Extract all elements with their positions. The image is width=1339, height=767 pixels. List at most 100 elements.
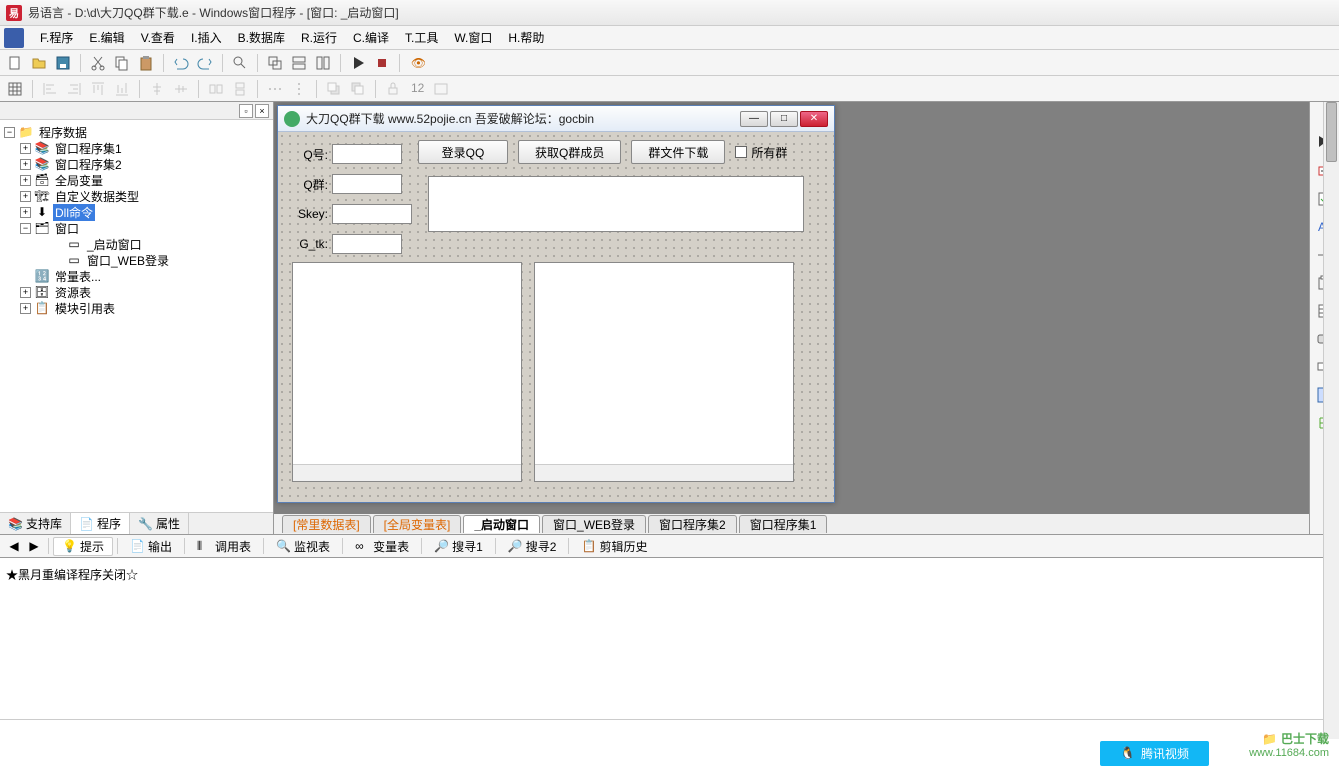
btab-output[interactable]: 📄输出: [122, 538, 180, 555]
distribute-h-button[interactable]: [264, 78, 286, 100]
align-left-button[interactable]: [39, 78, 61, 100]
run-button[interactable]: [347, 52, 369, 74]
nav-next-button[interactable]: ▶: [24, 536, 44, 556]
btab-watch[interactable]: 🔍监视表: [268, 538, 338, 555]
paste-button[interactable]: [135, 52, 157, 74]
tab-order-button[interactable]: 123: [406, 78, 428, 100]
align-top-button[interactable]: [87, 78, 109, 100]
panel-pin-button[interactable]: ▫: [239, 104, 253, 118]
new-file-button[interactable]: [4, 52, 26, 74]
window-tile-h-button[interactable]: [288, 52, 310, 74]
group-files-button[interactable]: 群文件下载: [631, 140, 725, 164]
send-back-button[interactable]: [347, 78, 369, 100]
expander-icon[interactable]: +: [20, 143, 31, 154]
tencent-video-button[interactable]: 🐧 腾讯视频: [1100, 741, 1209, 766]
panel-close-button[interactable]: ×: [255, 104, 269, 118]
expander-icon[interactable]: +: [20, 159, 31, 170]
expander-icon[interactable]: +: [20, 207, 31, 218]
center-v-button[interactable]: [170, 78, 192, 100]
dtab-progset2[interactable]: 窗口程序集2: [648, 515, 737, 533]
input-qgroup[interactable]: [332, 174, 402, 194]
form-body[interactable]: Q号: Q群: Skey: G_tk:: [278, 132, 834, 502]
tab-property[interactable]: 🔧 属性: [130, 513, 189, 534]
scrollbar-thumb[interactable]: [1326, 102, 1337, 162]
expander-icon[interactable]: +: [20, 287, 31, 298]
copy-button[interactable]: [111, 52, 133, 74]
dtab-const[interactable]: [常里数据表]: [282, 515, 371, 533]
menu-run[interactable]: R.运行: [293, 27, 345, 48]
same-height-button[interactable]: [229, 78, 251, 100]
menu-window[interactable]: W.窗口: [446, 27, 500, 48]
dtab-progset1[interactable]: 窗口程序集1: [739, 515, 828, 533]
all-groups-checkbox[interactable]: [735, 146, 747, 158]
expander-icon[interactable]: +: [20, 175, 31, 186]
menu-view[interactable]: V.查看: [133, 27, 183, 48]
listbox-left[interactable]: [292, 262, 522, 482]
tab-program[interactable]: 📄 程序: [71, 513, 130, 534]
menu-program[interactable]: F.程序: [32, 27, 81, 48]
dtab-global[interactable]: [全局变量表]: [373, 515, 462, 533]
form-designer-window[interactable]: 大刀QQ群下载 www.52pojie.cn 吾爱破解论坛：gocbin — □…: [277, 105, 835, 503]
login-qq-button[interactable]: 登录QQ: [418, 140, 508, 164]
tree-item-const[interactable]: 🔢 常量表...: [4, 268, 269, 284]
tree-root[interactable]: − 📁 程序数据: [4, 124, 269, 140]
menu-tools[interactable]: T.工具: [397, 27, 446, 48]
tree-item-progset1[interactable]: + 📚 窗口程序集1: [4, 140, 269, 156]
align-bottom-button[interactable]: [111, 78, 133, 100]
btab-hint[interactable]: 💡提示: [53, 537, 113, 556]
expander-icon[interactable]: +: [20, 303, 31, 314]
menu-help[interactable]: H.帮助: [500, 27, 552, 48]
output-panel[interactable]: ★黑月重编译程序关闭☆: [0, 558, 1339, 720]
vertical-scrollbar[interactable]: [1323, 102, 1339, 739]
tree-item-windows[interactable]: − 🗂 窗口: [4, 220, 269, 236]
btab-clipboard[interactable]: 📋剪辑历史: [573, 538, 655, 555]
menu-edit[interactable]: E.编辑: [81, 27, 132, 48]
dtab-web-login[interactable]: 窗口_WEB登录: [542, 515, 646, 533]
btab-search1[interactable]: 🔎搜寻1: [426, 538, 491, 555]
input-qq[interactable]: [332, 144, 402, 164]
tree-item-web-login[interactable]: ▭ 窗口_WEB登录: [4, 252, 269, 268]
menu-database[interactable]: B.数据库: [230, 27, 293, 48]
expander-icon[interactable]: −: [4, 127, 15, 138]
center-h-button[interactable]: [146, 78, 168, 100]
minimize-button[interactable]: —: [740, 111, 768, 127]
debug-button[interactable]: 👁: [406, 52, 428, 74]
test-button[interactable]: [430, 78, 452, 100]
window-tile-v-button[interactable]: [312, 52, 334, 74]
tree-item-progset2[interactable]: + 📚 窗口程序集2: [4, 156, 269, 172]
distribute-v-button[interactable]: [288, 78, 310, 100]
input-gtk[interactable]: [332, 234, 402, 254]
expander-icon[interactable]: +: [20, 191, 31, 202]
stop-button[interactable]: [371, 52, 393, 74]
save-button[interactable]: [52, 52, 74, 74]
listbox-right[interactable]: [534, 262, 794, 482]
tree-item-dll[interactable]: + ⬇ Dll命令: [4, 204, 269, 220]
bring-front-button[interactable]: [323, 78, 345, 100]
same-width-button[interactable]: [205, 78, 227, 100]
align-right-button[interactable]: [63, 78, 85, 100]
btab-vartable[interactable]: ∞变量表: [347, 538, 417, 555]
cut-button[interactable]: [87, 52, 109, 74]
undo-button[interactable]: [170, 52, 192, 74]
get-members-button[interactable]: 获取Q群成员: [518, 140, 621, 164]
open-file-button[interactable]: [28, 52, 50, 74]
dtab-start-window[interactable]: _启动窗口: [463, 515, 540, 533]
tab-support-lib[interactable]: 📚 支持库: [0, 513, 71, 534]
menu-insert[interactable]: I.插入: [183, 27, 230, 48]
maximize-button[interactable]: □: [770, 111, 798, 127]
tree-item-module[interactable]: + 📋 模块引用表: [4, 300, 269, 316]
window-cascade-button[interactable]: [264, 52, 286, 74]
form-titlebar[interactable]: 大刀QQ群下载 www.52pojie.cn 吾爱破解论坛：gocbin — □…: [278, 106, 834, 132]
tree-item-resource[interactable]: + 🗄 资源表: [4, 284, 269, 300]
textarea-main[interactable]: [428, 176, 804, 232]
design-area[interactable]: 大刀QQ群下载 www.52pojie.cn 吾爱破解论坛：gocbin — □…: [274, 102, 1309, 534]
project-tree[interactable]: − 📁 程序数据 + 📚 窗口程序集1 + 📚 窗口程序集2 + 🗃 全局变量 …: [0, 120, 273, 512]
btab-calltable[interactable]: ⫴调用表: [189, 538, 259, 555]
tree-item-start-window[interactable]: ▭ _启动窗口: [4, 236, 269, 252]
input-skey[interactable]: [332, 204, 412, 224]
nav-prev-button[interactable]: ◀: [4, 536, 24, 556]
tree-item-global[interactable]: + 🗃 全局变量: [4, 172, 269, 188]
grid-toggle-button[interactable]: [4, 78, 26, 100]
tree-item-datatype[interactable]: + 🏗 自定义数据类型: [4, 188, 269, 204]
find-button[interactable]: [229, 52, 251, 74]
